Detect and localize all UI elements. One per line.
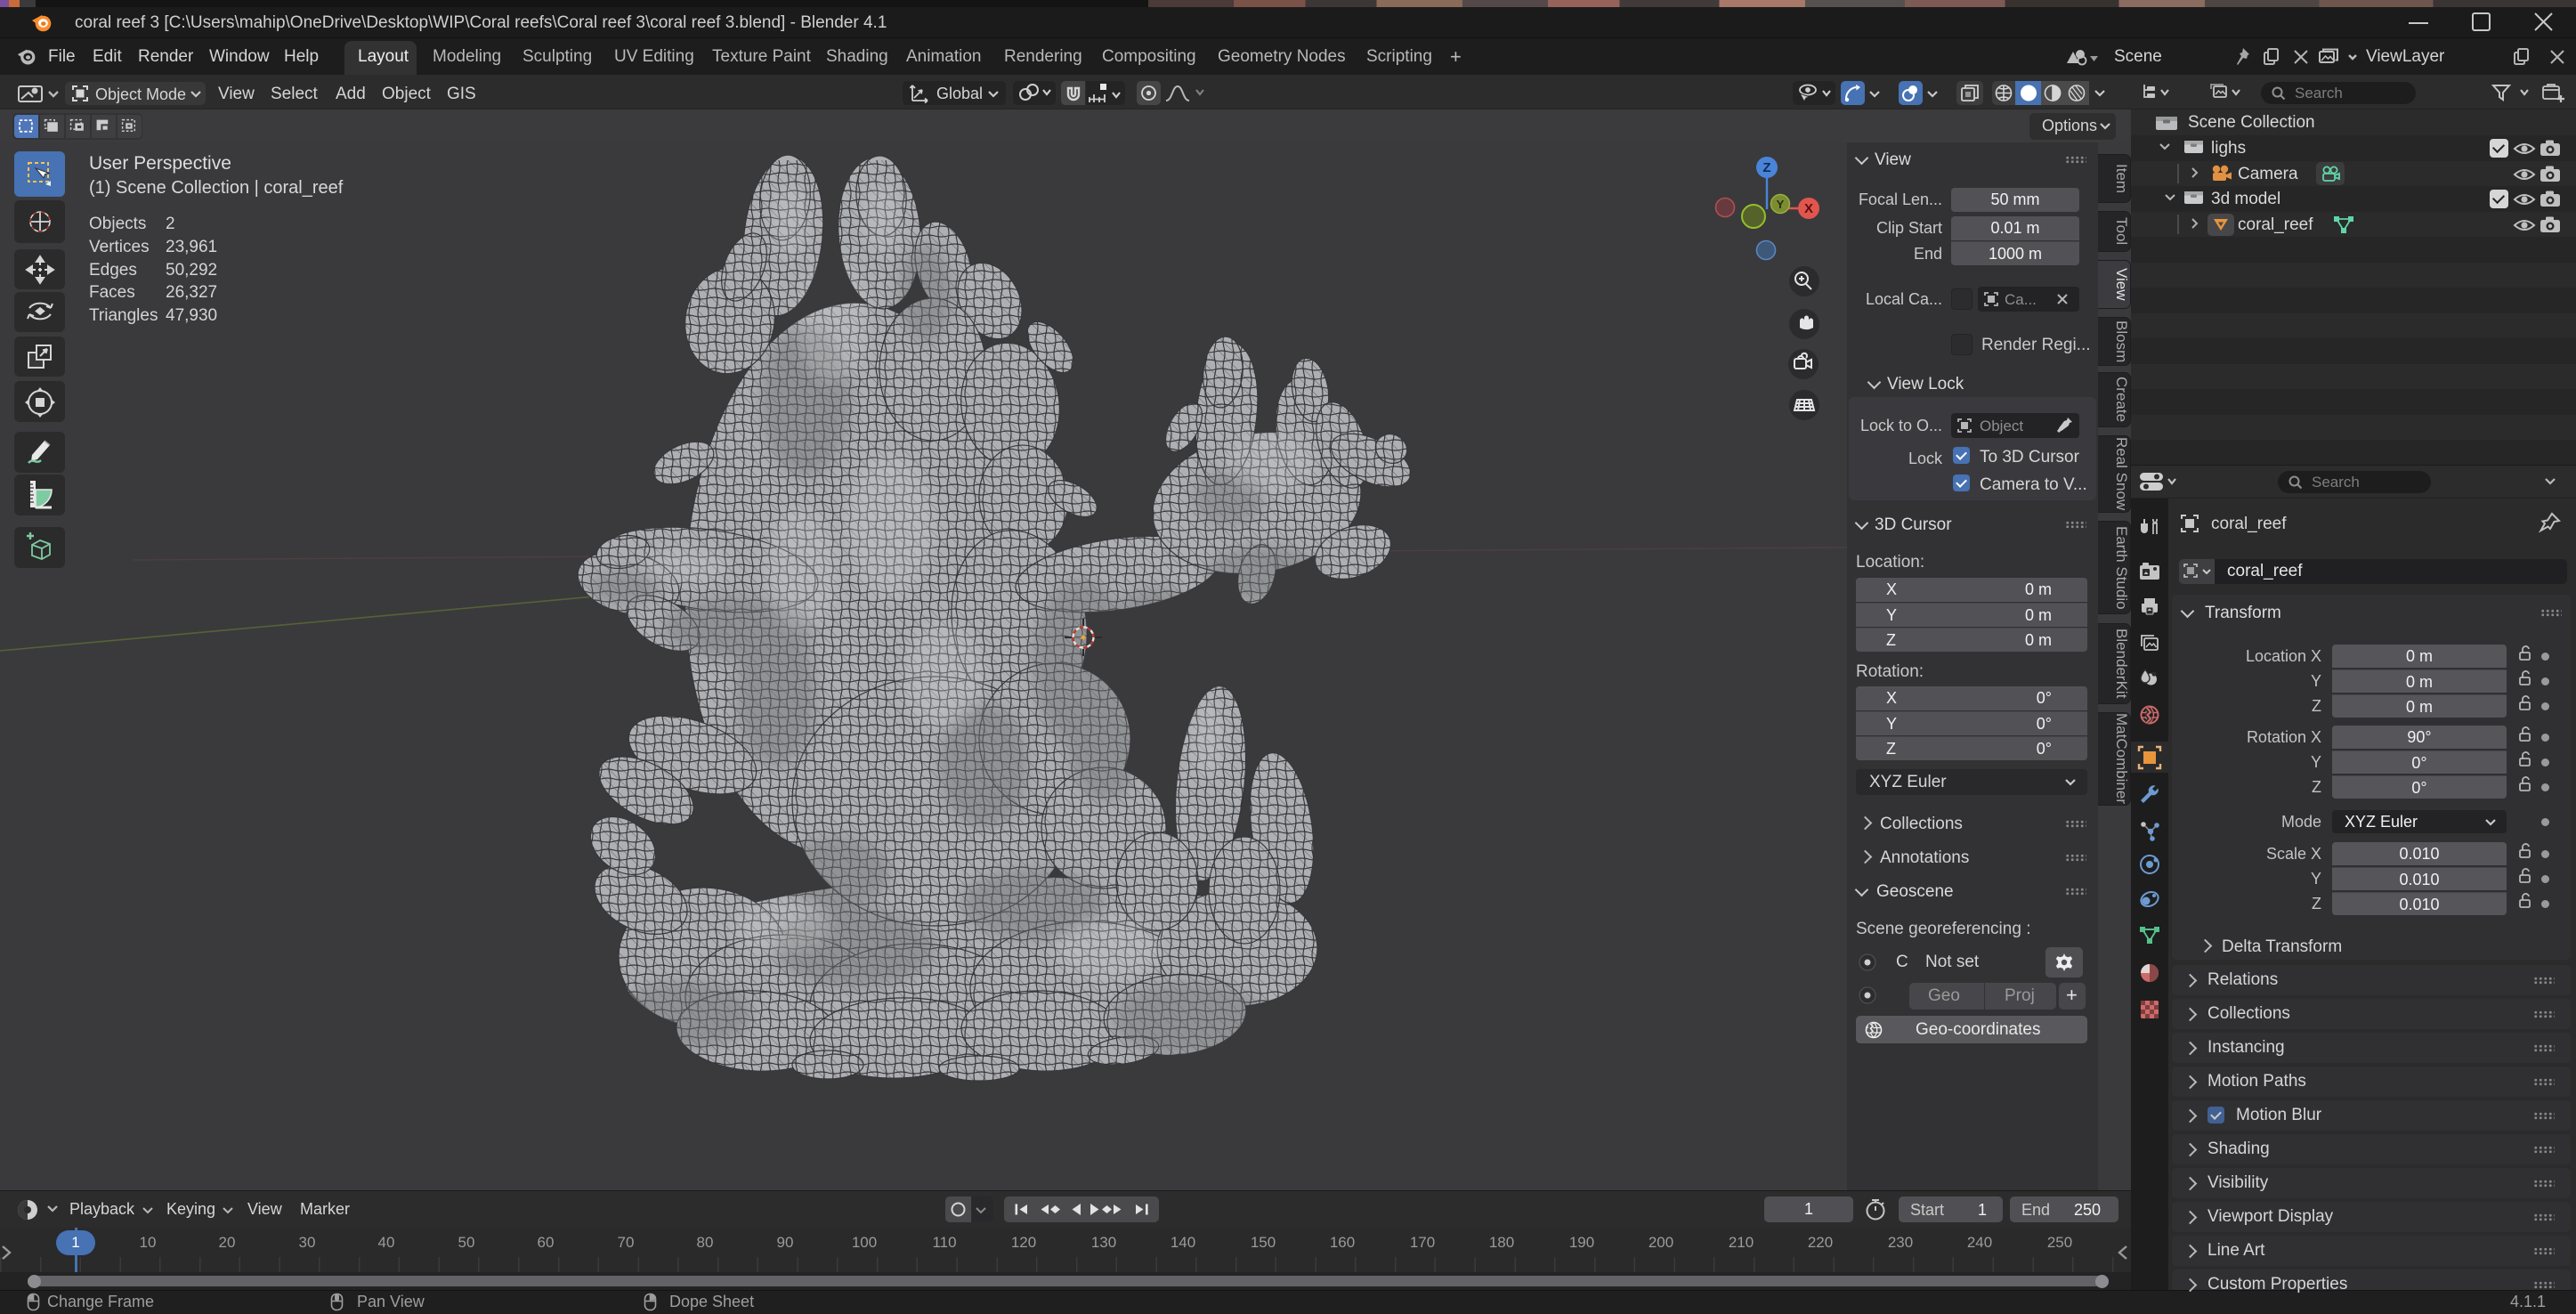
svg-text:X: X: [1804, 201, 1813, 216]
svg-text:Z: Z: [1762, 160, 1770, 175]
svg-text:Y: Y: [1777, 198, 1785, 211]
